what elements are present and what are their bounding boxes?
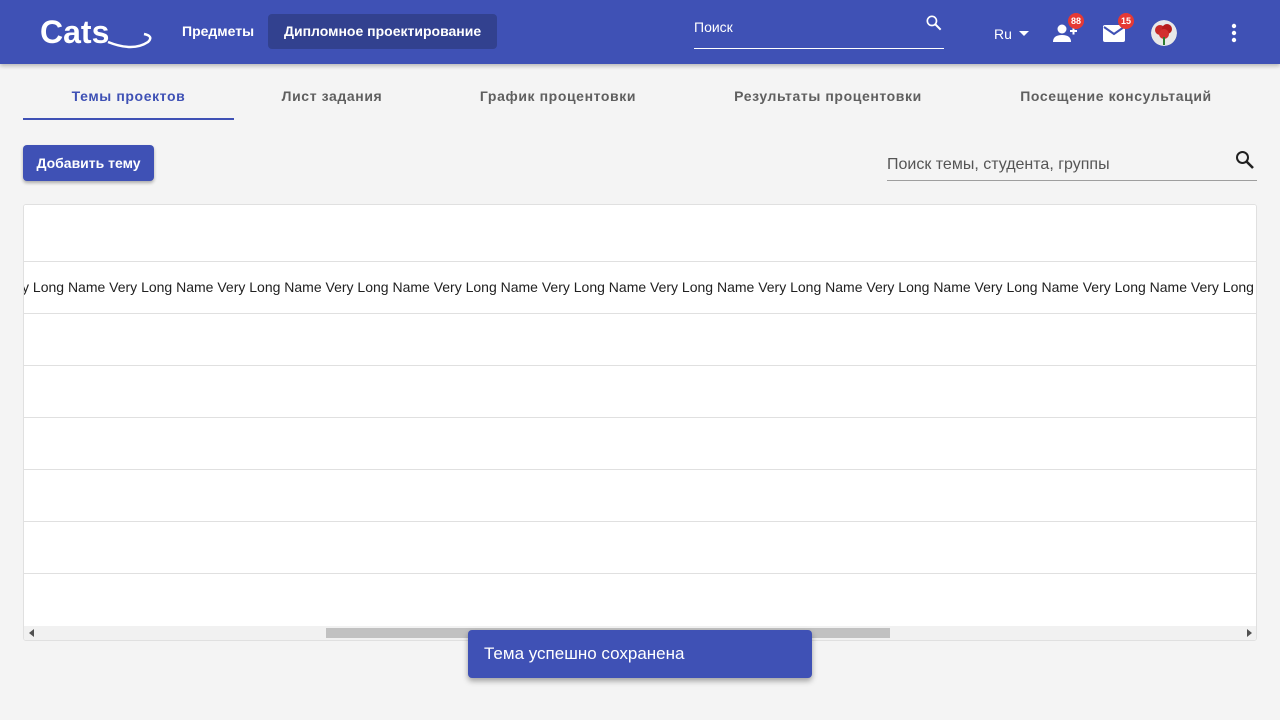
scroll-left-icon[interactable] xyxy=(28,629,36,637)
global-search xyxy=(694,10,944,49)
snackbar-notification: Тема успешно сохранена xyxy=(468,630,812,678)
table-row[interactable] xyxy=(24,418,1256,470)
tab-task-sheet[interactable]: Лист задания xyxy=(234,72,430,120)
tab-consultation-attendance[interactable]: Посещение консультаций xyxy=(970,72,1262,120)
table-header-row xyxy=(24,205,1256,262)
search-icon[interactable] xyxy=(1233,148,1257,172)
topic-search xyxy=(887,146,1257,181)
top-app-bar: Cats Предметы Дипломное проектирование R… xyxy=(0,0,1280,64)
cats-logo[interactable]: Cats xyxy=(38,12,156,52)
global-search-input[interactable] xyxy=(694,16,914,38)
table-row[interactable]: Very Long Name Very Long Name Very Long … xyxy=(24,262,1256,314)
table-row[interactable] xyxy=(24,366,1256,418)
requests-badge: 88 xyxy=(1068,13,1084,29)
svg-text:Cats: Cats xyxy=(40,14,109,50)
table-row[interactable] xyxy=(24,314,1256,366)
project-tabs: Темы проектов Лист задания График процен… xyxy=(23,72,1257,120)
chevron-down-icon[interactable] xyxy=(1018,30,1030,38)
nav-subjects[interactable]: Предметы xyxy=(166,14,270,49)
table-row[interactable] xyxy=(24,574,1256,626)
avatar[interactable] xyxy=(1151,20,1177,46)
user-avatar-image xyxy=(1151,20,1177,46)
topic-search-input[interactable] xyxy=(887,154,1217,176)
table-cell-topic: Very Long Name Very Long Name Very Long … xyxy=(23,279,1257,295)
search-icon[interactable] xyxy=(924,13,944,33)
table-row[interactable] xyxy=(24,470,1256,522)
table-row[interactable] xyxy=(24,522,1256,574)
tab-percentage-schedule[interactable]: График процентовки xyxy=(430,72,686,120)
tab-percentage-results[interactable]: Результаты процентовки xyxy=(686,72,970,120)
add-topic-button[interactable]: Добавить тему xyxy=(23,145,154,181)
language-selector[interactable]: Ru xyxy=(994,26,1012,42)
messages-button[interactable]: 15 xyxy=(1101,13,1134,47)
tab-project-topics[interactable]: Темы проектов xyxy=(23,72,234,120)
nav-diploma-design[interactable]: Дипломное проектирование xyxy=(268,14,498,49)
friend-requests-button[interactable]: 88 xyxy=(1051,13,1084,47)
messages-badge: 15 xyxy=(1118,13,1134,29)
scroll-right-icon[interactable] xyxy=(1245,629,1253,637)
topics-table: Very Long Name Very Long Name Very Long … xyxy=(23,204,1257,641)
more-vert-icon[interactable] xyxy=(1222,20,1246,46)
